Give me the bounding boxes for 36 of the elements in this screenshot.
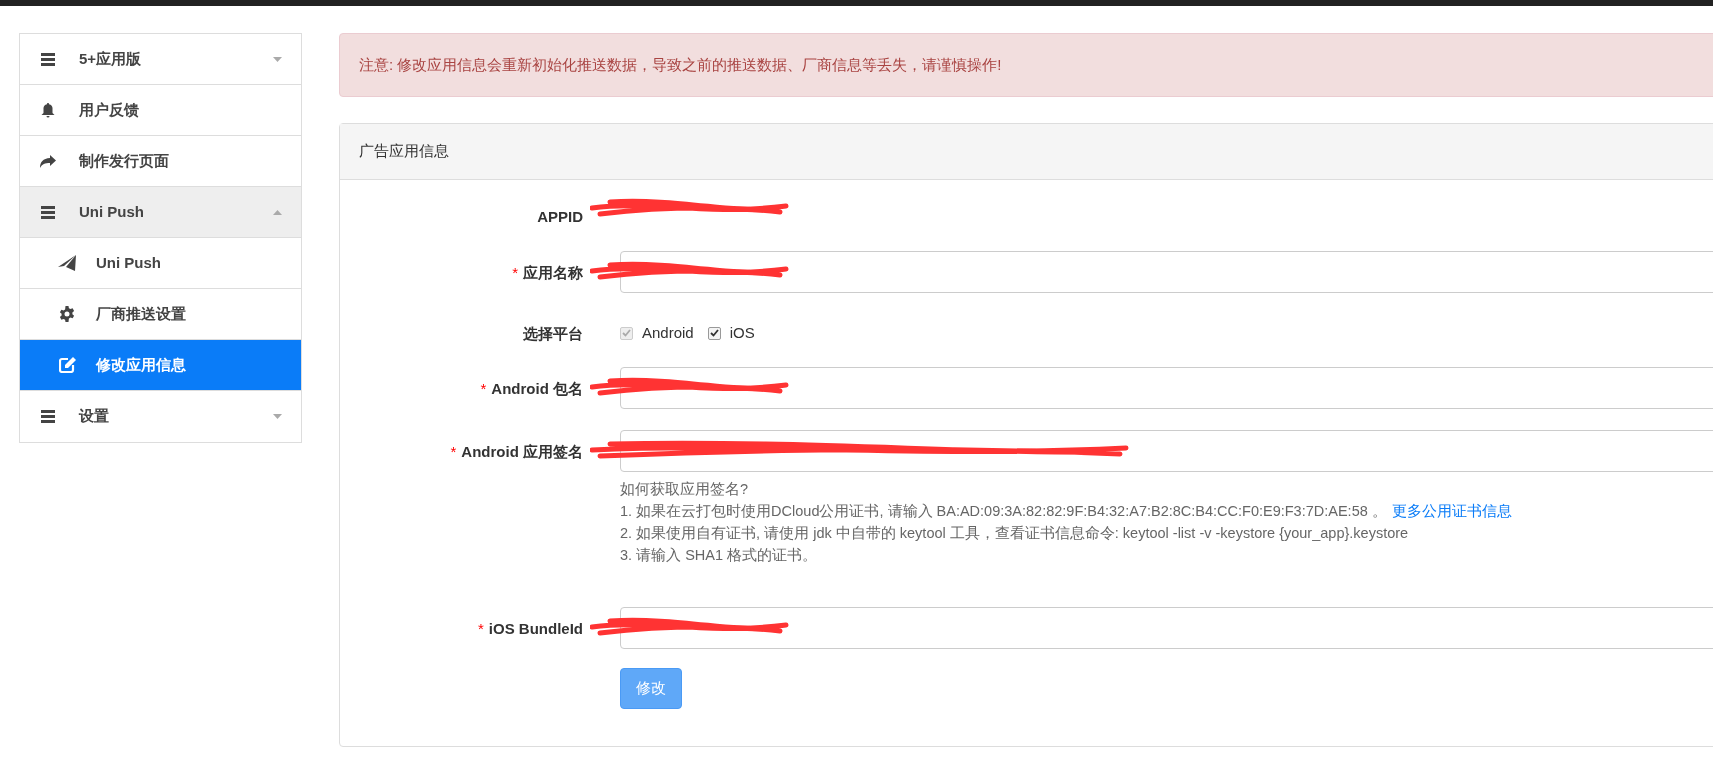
field-label: APPID	[537, 207, 583, 227]
bell-icon	[41, 102, 55, 118]
field-label: iOS BundleId	[488, 618, 583, 639]
help-title: 如何获取应用签名?	[620, 479, 749, 499]
help-text: 3. 请输入 SHA1 格式的证书。	[620, 545, 818, 565]
checkbox-label: Android	[642, 322, 694, 343]
sidebar-item[interactable]: 修改应用信息	[20, 340, 301, 391]
input-field[interactable]	[620, 251, 1713, 293]
caret-up-icon	[273, 209, 282, 215]
required-asterisk: *	[450, 441, 457, 462]
input-field[interactable]	[620, 606, 1713, 649]
input-field[interactable]	[620, 366, 1713, 409]
caret-down-icon	[273, 414, 282, 419]
help-text: 1. 如果在云打包时使用DCloud公用证书, 请输入 BA:AD:09:3A:82:82:9F:B4:32:A7:B2:8C:B4:CC:F0:E9:F3:7D:AE:58 。	[620, 501, 1387, 521]
edit-icon	[58, 357, 76, 373]
menu-icon	[41, 410, 55, 423]
caret-down-icon	[273, 56, 282, 62]
field-label: Android 应用签名	[461, 441, 583, 462]
menu-icon	[41, 205, 55, 219]
checkbox[interactable]	[707, 326, 721, 340]
required-asterisk: *	[512, 263, 518, 283]
paper-plane-icon	[58, 255, 76, 271]
field-label: 应用名称	[523, 263, 583, 283]
gear-icon	[59, 306, 75, 322]
required-asterisk: *	[478, 618, 484, 639]
field-label: 选择平台	[523, 324, 583, 344]
menu-icon	[41, 52, 55, 66]
warning-alert: 注意: 修改应用信息会重新初始化推送数据，导致之前的推送数据、厂商信息等丢失，请谨慎操作!	[339, 33, 1713, 97]
help-text: 2. 如果使用自有证书, 请使用 jdk 中自带的 keytool 工具，查看证书信息命令: keytool -list -v -keystore {your_app}.keystore	[620, 523, 1409, 543]
required-asterisk: *	[480, 378, 487, 399]
field-label: Android 包名	[491, 378, 583, 399]
sidebar-item[interactable]: Uni Push	[20, 187, 301, 238]
help-link[interactable]: 更多公用证书信息	[1391, 499, 1512, 522]
checkbox-label: iOS	[729, 322, 755, 343]
panel-title: 广告应用信息	[359, 141, 449, 162]
share-arrow-icon	[40, 154, 56, 168]
